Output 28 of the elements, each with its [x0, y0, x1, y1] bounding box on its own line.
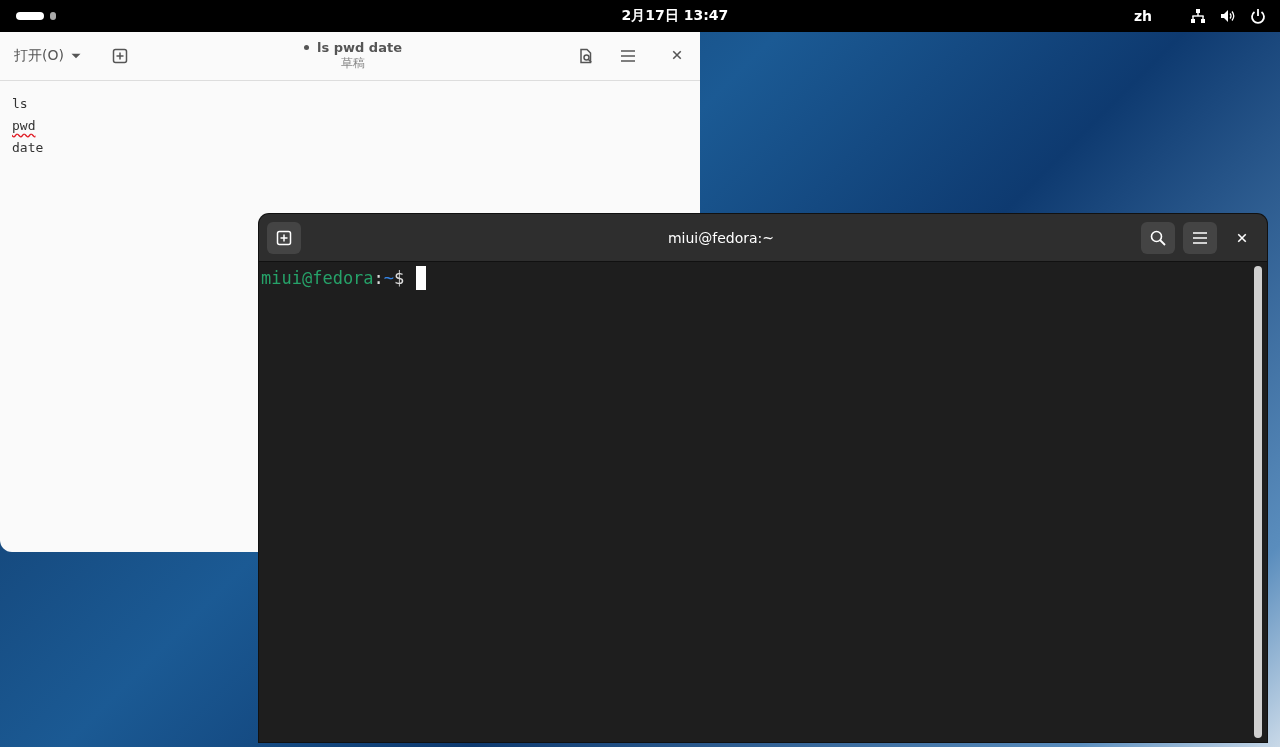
input-method-indicator[interactable]: zh	[1133, 8, 1152, 24]
workspace-indicator[interactable]	[50, 12, 56, 20]
search-icon	[1150, 229, 1166, 246]
menu-button[interactable]	[1183, 221, 1217, 254]
text-line: date	[12, 140, 44, 155]
menu-icon	[1192, 229, 1208, 246]
search-button[interactable]	[1141, 221, 1175, 254]
document-subtitle: 草稿	[340, 55, 365, 72]
network-icon[interactable]	[1190, 8, 1206, 24]
scrollbar[interactable]	[1254, 266, 1262, 738]
document-search-icon	[578, 48, 594, 64]
shell-prompt: miui@fedora:~$	[261, 268, 405, 288]
volume-icon[interactable]	[1220, 8, 1236, 24]
window-title: miui@fedora:~	[667, 229, 775, 246]
text-line: ls	[12, 96, 28, 111]
document-title: ls pwd date	[317, 40, 402, 55]
workspace-indicator[interactable]	[16, 12, 44, 20]
text-line: pwd	[12, 118, 36, 133]
new-tab-button[interactable]	[267, 221, 301, 254]
text-cursor	[416, 266, 427, 290]
close-icon	[1237, 232, 1247, 243]
plus-box-icon	[111, 48, 128, 64]
clock[interactable]: 2月17日 13:47	[621, 7, 729, 23]
plus-box-icon	[276, 229, 292, 246]
open-button[interactable]: 打开(O)	[6, 41, 90, 71]
menu-icon	[620, 48, 636, 64]
close-icon	[672, 50, 682, 60]
power-icon[interactable]	[1250, 8, 1266, 24]
